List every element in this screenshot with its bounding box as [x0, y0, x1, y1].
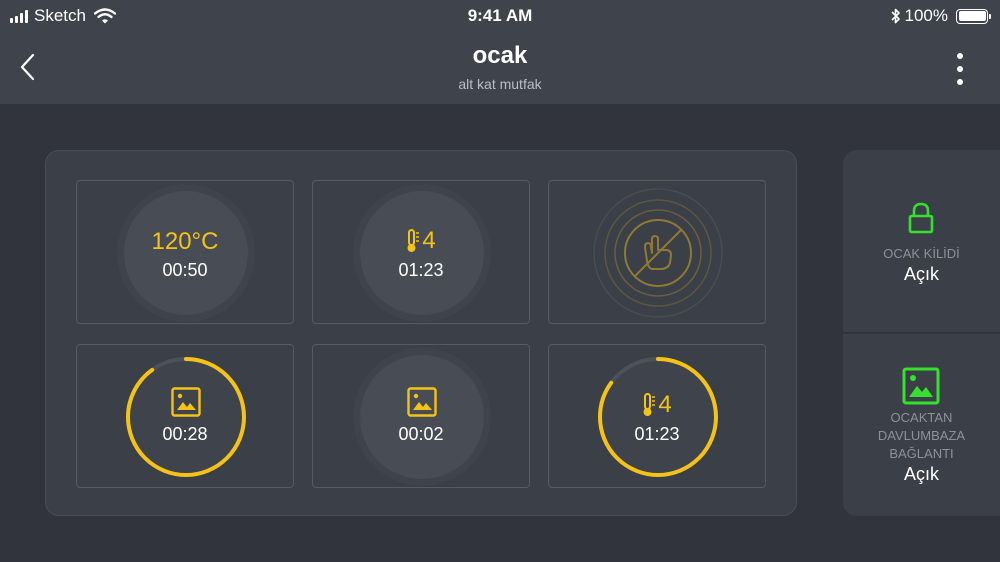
- status-bar: Sketch 9:41 AM 100%: [0, 0, 1000, 32]
- burner-5[interactable]: 00:02: [312, 344, 530, 488]
- burner-level: 4: [422, 227, 436, 254]
- burner-progress-ring: [126, 357, 246, 477]
- cooktop-panel: 120°C 00:50 4 01:23 00:28 00:02 4 01:23: [45, 150, 797, 516]
- burner-1[interactable]: 120°C 00:50: [76, 180, 294, 324]
- battery-icon: [956, 8, 991, 24]
- hood-label-line-1: OCAKTAN: [890, 410, 953, 425]
- more-icon[interactable]: [950, 48, 970, 88]
- lock-label: OCAK KİLİDİ: [883, 246, 960, 261]
- burner-disc: [360, 355, 484, 479]
- burner-timer: 00:02: [398, 424, 444, 444]
- hood-value: Açık: [903, 464, 939, 484]
- battery-percent: 100%: [904, 6, 948, 25]
- burner-timer: 01:23: [398, 260, 444, 280]
- hood-label-line-2: DAVLUMBAZA: [877, 428, 966, 443]
- lock-icon: [908, 202, 934, 234]
- thermometer-icon: [643, 393, 656, 416]
- burner-3[interactable]: [548, 180, 766, 324]
- burner-temperature: 120°C: [151, 228, 219, 255]
- burner-progress-arc: [126, 357, 246, 477]
- burner-2[interactable]: 4 01:23: [312, 180, 530, 324]
- burner-level-row: 4: [313, 227, 529, 255]
- hand-off-icon: [593, 188, 723, 318]
- bluetooth-icon: [890, 8, 900, 24]
- page-subtitle: alt kat mutfak: [458, 76, 542, 92]
- burner-timer: 00:50: [162, 260, 208, 280]
- hood-label-line-3: BAĞLANTI: [889, 446, 954, 461]
- burner-level-row: 4: [549, 391, 765, 419]
- page-title: ocak: [472, 42, 528, 69]
- nav-bar: ocak alt kat mutfak: [0, 32, 1000, 104]
- burner-level: 4: [658, 391, 672, 418]
- burner-6[interactable]: 4 01:23: [548, 344, 766, 488]
- image-icon: [171, 387, 201, 417]
- burner-timer: 00:28: [162, 424, 208, 444]
- lock-value: Açık: [903, 264, 939, 284]
- thermometer-icon: [407, 229, 420, 252]
- image-icon: [902, 367, 940, 405]
- status-time: 9:41 AM: [467, 6, 533, 25]
- hood-connection-toggle[interactable]: OCAKTAN DAVLUMBAZA BAĞLANTI Açık: [843, 334, 1000, 516]
- image-icon: [407, 387, 437, 417]
- burner-timer: 01:23: [634, 424, 680, 444]
- status-right: 100%: [890, 6, 991, 26]
- burner-4[interactable]: 00:28: [76, 344, 294, 488]
- lock-toggle[interactable]: OCAK KİLİDİ Açık: [843, 150, 1000, 332]
